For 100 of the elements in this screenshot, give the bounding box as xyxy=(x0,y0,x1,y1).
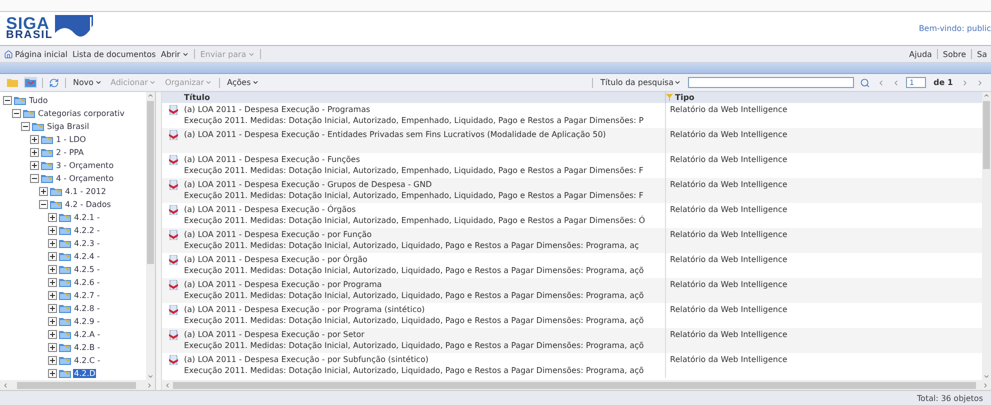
folder-icon xyxy=(41,148,53,157)
expand-toggle[interactable] xyxy=(48,343,57,352)
report-title-link[interactable]: (a) LOA 2011 - Despesa Execução - por Programa xyxy=(184,280,665,290)
home-link[interactable]: Página inicial xyxy=(4,50,68,58)
scrollbar[interactable] xyxy=(982,92,991,380)
expand-toggle[interactable] xyxy=(48,226,57,235)
expand-toggle[interactable] xyxy=(30,135,39,144)
expand-toggle[interactable] xyxy=(48,317,57,326)
tree-item[interactable]: 2 - PPA xyxy=(55,148,85,157)
table-row[interactable]: (a) LOA 2011 - Despesa Execução - Grupos de Despesa - GND Execução 2011. Medidas: Dotação Inicial, Autorizado, Empenhado, Liquidado, Pago e Restos a Pagar Dimensões: F Relatório da Web Intelligence xyxy=(162,178,982,203)
expand-toggle[interactable] xyxy=(48,252,57,261)
scroll-thumb[interactable] xyxy=(983,101,990,169)
expand-toggle[interactable] xyxy=(48,304,57,313)
expand-toggle[interactable] xyxy=(48,239,57,248)
report-title-link[interactable]: (a) LOA 2011 - Despesa Execução - por Subfunção (sintético) xyxy=(184,355,665,366)
expand-toggle[interactable] xyxy=(48,265,57,274)
tree-item[interactable]: 4.2.7 - xyxy=(73,291,101,300)
tree-item[interactable]: 4.2 - Dados xyxy=(64,200,112,209)
report-title-link[interactable]: (a) LOA 2011 - Despesa Execução - por Programa (sintético) xyxy=(184,305,665,316)
refresh-button[interactable] xyxy=(48,76,60,88)
tree-item[interactable]: 4.1 - 2012 xyxy=(64,187,108,196)
logo: SIGA BRASIL xyxy=(6,14,93,42)
plus-icon xyxy=(50,267,55,272)
categories-button[interactable] xyxy=(24,77,37,88)
tree-item[interactable]: Tudo xyxy=(28,96,49,105)
caret-icon xyxy=(248,50,256,58)
report-title-link[interactable]: (a) LOA 2011 - Despesa Execução - Entidades Privadas sem Fins Lucrativos (Modalidade de Aplicação 50) xyxy=(184,130,665,140)
scrollbar[interactable] xyxy=(0,380,155,390)
table-row[interactable]: (a) LOA 2011 - Despesa Execução - por Setor Execução 2011. Medidas: Dotação Inicial, Autorizado, Liquidado, Pago e Restos a Pagar Dimensões: Programa, açõ Relatório da Web Intelligence xyxy=(162,328,982,353)
expand-toggle[interactable] xyxy=(30,148,39,157)
tree-item[interactable]: 4.2.A - xyxy=(73,330,102,339)
tree-item[interactable]: 4.2.5 - xyxy=(73,265,101,274)
column-header[interactable]: Tipo xyxy=(675,93,694,102)
tree-item[interactable]: 4.2.2 - xyxy=(73,226,101,235)
report-title-link[interactable]: (a) LOA 2011 - Despesa Execução - por Setor xyxy=(184,330,665,340)
expand-toggle[interactable] xyxy=(48,369,57,378)
minus-icon xyxy=(5,98,10,103)
tree-item[interactable]: 3 - Orçamento xyxy=(55,161,115,170)
scrollbar[interactable] xyxy=(146,92,155,380)
caret-icon xyxy=(148,79,156,86)
tree-item[interactable]: 4.2.1 - xyxy=(73,213,101,222)
tree-item[interactable]: 4.2.8 - xyxy=(73,304,101,313)
report-title-link[interactable]: (a) LOA 2011 - Despesa Execução - Órgãos xyxy=(184,205,665,216)
scroll-thumb[interactable] xyxy=(17,382,136,388)
collapse-toggle[interactable] xyxy=(39,200,48,209)
tree-item[interactable]: 4.2.B - xyxy=(73,343,102,352)
tree-item[interactable]: 4.2.4 - xyxy=(73,252,101,261)
table-row[interactable]: (a) LOA 2011 - Despesa Execução - por Programa Execução 2011. Medidas: Dotação Inicial, Autorizado, Liquidado, Pago e Restos a Pagar Dimensões: Programa, açõ Relatório da Web Intelligence xyxy=(162,278,982,303)
menu-link[interactable]: Lista de documentos xyxy=(72,50,156,58)
report-description: Execução 2011. Medidas: Dotação Inicial, Autorizado, Empenhado, Liquidado, Pago e Restos a Pagar Dimensões: F xyxy=(184,166,644,176)
tree-item[interactable]: 1 - LDO xyxy=(55,135,87,144)
tree-item[interactable]: 4.2.D xyxy=(73,369,96,378)
folder-icon xyxy=(59,226,71,235)
collapse-toggle[interactable] xyxy=(30,174,39,183)
menu-link[interactable]: Sobre xyxy=(942,50,966,58)
scroll-thumb[interactable] xyxy=(147,101,154,264)
folder-icon xyxy=(59,239,71,248)
tree-item[interactable]: 4.2.C - xyxy=(73,356,102,365)
folder-icon xyxy=(59,330,71,339)
tree-item[interactable]: Siga Brasil xyxy=(46,122,90,131)
menu-link[interactable]: Sa xyxy=(977,50,987,58)
table-row[interactable]: (a) LOA 2011 - Despesa Execução - por Função Execução 2011. Medidas: Dotação Inicial, Autorizado, Liquidado, Pago e Restos a Pagar Dimensões: Programa, aç Relatório da Web Intelligence xyxy=(162,228,982,253)
report-icon xyxy=(168,255,178,265)
toolbar-dropdown[interactable]: Novo xyxy=(71,78,104,87)
tree-item[interactable]: 4 - Orçamento xyxy=(55,174,115,183)
report-title-link[interactable]: (a) LOA 2011 - Despesa Execução - Funções xyxy=(184,155,665,166)
plus-icon xyxy=(50,345,55,350)
report-title-link[interactable]: (a) LOA 2011 - Despesa Execução - por Órgão xyxy=(184,255,665,266)
plus-icon xyxy=(50,228,55,233)
collapse-toggle[interactable] xyxy=(3,96,12,105)
plus-icon xyxy=(50,319,55,324)
expand-toggle[interactable] xyxy=(48,291,57,300)
search-button[interactable] xyxy=(859,76,872,88)
menu-dropdown[interactable]: Abrir xyxy=(160,50,190,58)
expand-toggle[interactable] xyxy=(48,213,57,222)
expand-toggle[interactable] xyxy=(30,161,39,170)
scroll-thumb[interactable] xyxy=(173,382,976,388)
tree-item[interactable]: Categorias corporativ xyxy=(37,109,126,118)
search-field[interactable] xyxy=(688,77,854,88)
expand-toggle[interactable] xyxy=(48,356,57,365)
collapse-toggle[interactable] xyxy=(21,122,30,131)
report-icon xyxy=(168,230,178,240)
menu-link[interactable]: Ajuda xyxy=(909,50,932,58)
report-title-link[interactable]: (a) LOA 2011 - Despesa Execução - Programas xyxy=(184,105,665,116)
tree-item[interactable]: 4.2.6 - xyxy=(73,278,101,287)
tree-item[interactable]: 4.2.3 - xyxy=(73,239,101,248)
search-scope-dropdown[interactable]: Título da pesquisa xyxy=(598,78,684,87)
expand-toggle[interactable] xyxy=(48,330,57,339)
page-field[interactable]: 1 xyxy=(906,77,926,88)
scrollbar[interactable] xyxy=(162,380,991,390)
tree-item[interactable]: 4.2.9 - xyxy=(73,317,101,326)
report-title-link[interactable]: (a) LOA 2011 - Despesa Execução - Grupos de Despesa - GND xyxy=(184,180,665,190)
table-row[interactable]: (a) LOA 2011 - Despesa Execução - Entidades Privadas sem Fins Lucrativos (Modalidade de Aplicação 50) Relatório da Web Intelligence xyxy=(162,128,982,153)
folder-icon xyxy=(41,174,53,183)
expand-toggle[interactable] xyxy=(48,278,57,287)
collapse-toggle[interactable] xyxy=(12,109,21,118)
column-header[interactable]: Título xyxy=(184,93,210,102)
report-title-link[interactable]: (a) LOA 2011 - Despesa Execução - por Função xyxy=(184,230,665,240)
expand-toggle[interactable] xyxy=(39,187,48,196)
toolbar-dropdown[interactable]: Ações xyxy=(225,78,261,87)
